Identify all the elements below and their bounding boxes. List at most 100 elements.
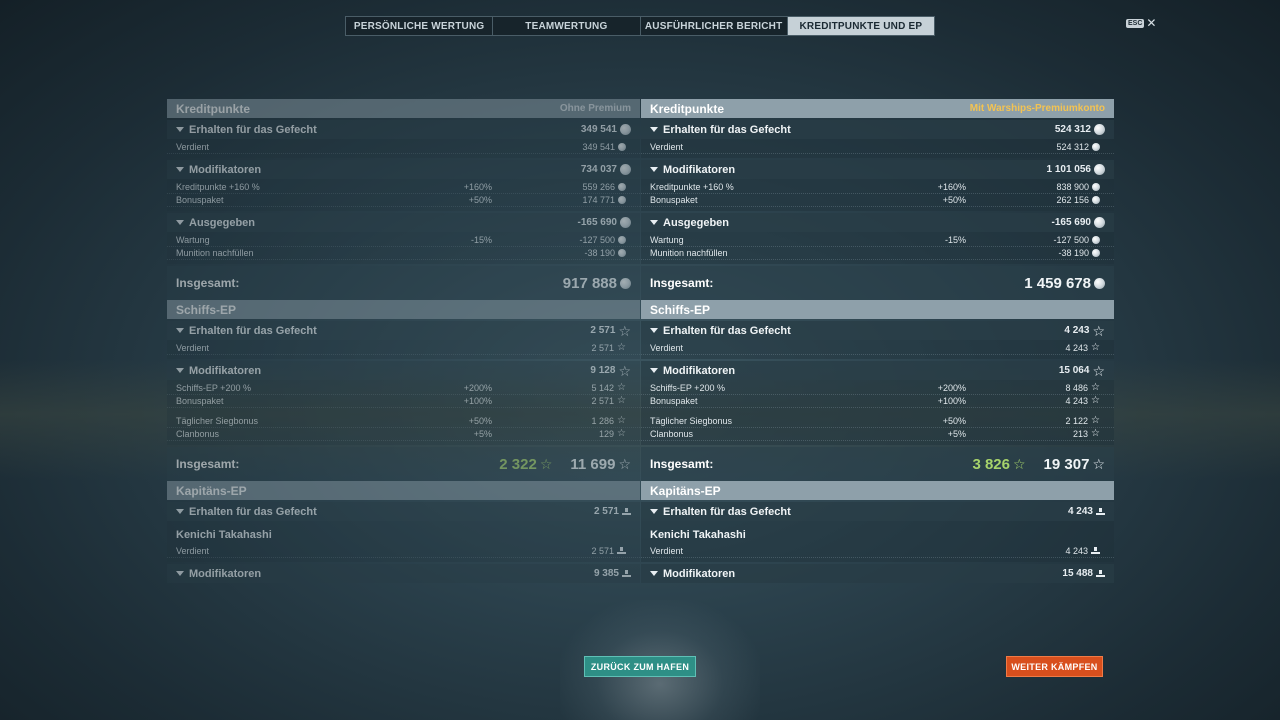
list-item: Clanbonus +5% 213 ☆ [641, 428, 1114, 441]
credits-icon [618, 143, 626, 151]
credits-icon [1094, 124, 1105, 135]
modifiers-group-header[interactable]: Modifikatoren 1 101 056 [641, 160, 1114, 179]
collapse-triangle-icon [650, 167, 658, 172]
xp-star-icon: ☆ [1091, 415, 1100, 426]
list-item: Munition nachfüllen -38 190 [641, 247, 1114, 260]
credits-icon [1092, 249, 1100, 257]
modifiers-group-header[interactable]: Modifikatoren 9 128 ☆ [167, 361, 640, 380]
group-value: -165 690 [577, 217, 617, 228]
earned-group-header[interactable]: Erhalten für das Gefecht 524 312 [641, 120, 1114, 139]
credits-icon [1094, 277, 1105, 289]
collapse-triangle-icon [650, 571, 658, 576]
xp-star-icon: ☆ [617, 415, 626, 426]
group-label: Erhalten für das Gefecht [663, 123, 791, 136]
modifiers-group-header[interactable]: Modifikatoren 734 037 [167, 160, 640, 179]
spent-group-header[interactable]: Ausgegeben -165 690 [641, 213, 1114, 232]
account-type-note: Mit Warships-Premiumkonto [969, 103, 1105, 114]
collapse-triangle-icon [650, 509, 658, 514]
modifiers-group-header[interactable]: Modifikatoren 15 488 [641, 564, 1114, 583]
xp-star-icon: ☆ [617, 382, 626, 393]
earned-group-header[interactable]: Erhalten für das Gefecht 4 243 ☆ [641, 321, 1114, 340]
section-title: Kreditpunkte [176, 101, 251, 116]
xp-star-icon: ☆ [1092, 362, 1105, 379]
section-title: Schiffs-EP [176, 302, 237, 317]
list-item: Wartung -15% -127 500 [167, 234, 640, 247]
group-label: Modifikatoren [189, 163, 262, 176]
esc-key-icon: ESC [1126, 18, 1145, 28]
xp-star-icon: ☆ [1091, 382, 1100, 393]
column-without-premium: Kreditpunkte Ohne Premium Erhalten für d… [167, 99, 640, 583]
list-item: Bonuspaket +50% 262 156 [641, 194, 1114, 207]
section-title: Schiffs-EP [650, 302, 711, 317]
collapse-triangle-icon [176, 368, 184, 373]
earned-group-header[interactable]: Erhalten für das Gefecht 4 243 [641, 502, 1114, 521]
collapse-triangle-icon [650, 368, 658, 373]
section-title: Kapitäns-EP [650, 483, 721, 498]
credits-icon [1092, 183, 1100, 191]
list-item: Kreditpunkte +160 % +160% 838 900 [641, 181, 1114, 194]
list-item: Verdient 524 312 [641, 141, 1114, 154]
group-label: Modifikatoren [663, 163, 736, 176]
list-item: Verdient 2 571 [167, 545, 640, 558]
free-xp-star-icon: ☆ [539, 456, 553, 472]
earned-group-header[interactable]: Erhalten für das Gefecht 2 571 [167, 502, 640, 521]
tab-detailed-report[interactable]: AUSFÜHRLICHER BERICHT [641, 17, 788, 35]
list-item: Clanbonus +5% 129 ☆ [167, 428, 640, 441]
credits-icon [1094, 164, 1105, 175]
collapse-triangle-icon [176, 127, 184, 132]
ship-xp-section-header: Schiffs-EP [641, 300, 1114, 319]
group-value: -165 690 [1051, 217, 1091, 228]
ship-xp-total: Insgesamt: 2 322 ☆ 11 699 ☆ [167, 447, 640, 481]
back-to-port-button[interactable]: ZURÜCK ZUM HAFEN [584, 656, 696, 677]
tab-personal-score[interactable]: PERSÖNLICHE WERTUNG [346, 17, 494, 35]
ship-xp-section-header: Schiffs-EP [167, 300, 640, 319]
collapse-triangle-icon [650, 127, 658, 132]
captain-name: Kenichi Takahashi [167, 521, 640, 543]
captain-xp-icon [1091, 547, 1100, 555]
modifiers-group-header[interactable]: Modifikatoren 9 385 [167, 564, 640, 583]
list-item: Munition nachfüllen -38 190 [167, 247, 640, 260]
section-title: Kreditpunkte [650, 101, 725, 116]
credits-icon [618, 249, 626, 257]
list-item: Verdient 4 243 ☆ [641, 342, 1114, 355]
credits-icon [620, 277, 631, 289]
earned-group-header[interactable]: Erhalten für das Gefecht 2 571 ☆ [167, 321, 640, 340]
list-item: Wartung -15% -127 500 [641, 234, 1114, 247]
earned-group-header[interactable]: Erhalten für das Gefecht 349 541 [167, 120, 640, 139]
credits-icon [620, 217, 631, 228]
account-type-note: Ohne Premium [559, 103, 631, 114]
group-label: Ausgegeben [189, 216, 256, 229]
xp-star-icon: ☆ [618, 322, 631, 339]
list-item: Verdient 2 571 ☆ [167, 342, 640, 355]
xp-star-icon: ☆ [1091, 395, 1100, 406]
group-value: 734 037 [580, 164, 617, 175]
captain-xp-icon [1096, 569, 1105, 578]
group-label: Erhalten für das Gefecht [189, 123, 317, 136]
credits-total: Insgesamt: 1 459 678 [641, 266, 1114, 300]
credits-icon [618, 183, 626, 191]
modifiers-group-header[interactable]: Modifikatoren 15 064 ☆ [641, 361, 1114, 380]
xp-star-icon: ☆ [1092, 456, 1105, 472]
collapse-triangle-icon [650, 328, 658, 333]
collapse-triangle-icon [176, 167, 184, 172]
spent-group-header[interactable]: Ausgegeben -165 690 [167, 213, 640, 232]
credits-icon [1092, 196, 1100, 204]
captain-xp-icon [622, 569, 631, 578]
credits-icon [620, 124, 631, 135]
tab-team-score[interactable]: TEAMWERTUNG [493, 17, 641, 35]
tab-credits-and-xp[interactable]: KREDITPUNKTE UND EP [787, 17, 934, 35]
xp-star-icon: ☆ [617, 342, 626, 353]
collapse-triangle-icon [176, 328, 184, 333]
list-item: Täglicher Siegbonus +50% 2 122 ☆ [641, 415, 1114, 428]
group-value: 1 101 056 [1046, 164, 1092, 175]
collapse-triangle-icon [176, 220, 184, 225]
list-item: Täglicher Siegbonus +50% 1 286 ☆ [167, 415, 640, 428]
list-item: Kreditpunkte +160 % +160% 559 266 [167, 181, 640, 194]
continue-battle-button[interactable]: WEITER KÄMPFEN [1006, 656, 1103, 677]
list-item: Verdient 4 243 [641, 545, 1114, 558]
close-button[interactable]: ESC ✕ [1126, 17, 1156, 29]
list-item: Schiffs-EP +200 % +200% 5 142 ☆ [167, 382, 640, 395]
free-xp-value: 3 826 ☆ [972, 455, 1026, 473]
credits-icon [1092, 143, 1100, 151]
xp-star-icon: ☆ [618, 456, 631, 472]
